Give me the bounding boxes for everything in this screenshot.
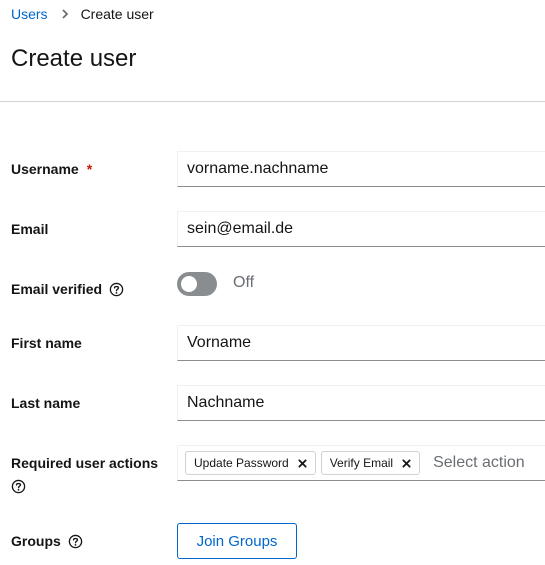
groups-label: Groups xyxy=(11,533,83,549)
chevron-right-icon xyxy=(61,9,69,19)
chip-label: Verify Email xyxy=(329,456,394,470)
first-name-label: First name xyxy=(11,335,82,351)
question-circle-icon[interactable] xyxy=(109,282,124,297)
last-name-label: Last name xyxy=(11,395,80,411)
chip-label: Update Password xyxy=(194,456,289,470)
breadcrumb-users-link[interactable]: Users xyxy=(11,6,48,22)
question-circle-icon[interactable] xyxy=(11,479,26,494)
chip-update-password: Update Password xyxy=(185,451,316,475)
chip-verify-email: Verify Email xyxy=(320,451,421,475)
groups-label-text: Groups xyxy=(11,533,61,549)
email-input[interactable]: sein@email.de xyxy=(177,211,545,247)
last-name-input[interactable]: Nachname xyxy=(177,385,545,421)
times-icon[interactable] xyxy=(298,458,307,468)
required-actions-label-text: Required user actions xyxy=(11,455,159,471)
first-name-label-text: First name xyxy=(11,335,82,351)
required-actions-select[interactable]: Update Password Verify Email Select acti… xyxy=(177,445,545,481)
email-verified-toggle[interactable] xyxy=(177,272,217,296)
breadcrumb: Users Create user xyxy=(11,6,154,22)
username-label: Username * xyxy=(11,161,92,177)
breadcrumb-current: Create user xyxy=(80,6,154,22)
question-circle-icon[interactable] xyxy=(68,534,83,549)
page-title: Create user xyxy=(11,45,137,72)
required-actions-label: Required user actions xyxy=(11,455,158,471)
toggle-knob xyxy=(181,276,197,292)
first-name-input[interactable]: Vorname xyxy=(177,325,545,361)
times-icon[interactable] xyxy=(402,458,411,468)
divider xyxy=(0,101,545,102)
email-verified-state: Off xyxy=(233,274,255,291)
select-action-placeholder[interactable]: Select action xyxy=(433,454,525,472)
email-verified-label: Email verified xyxy=(11,281,124,297)
email-verified-label-text: Email verified xyxy=(11,281,103,297)
username-input[interactable]: vorname.nachname xyxy=(177,151,545,187)
join-groups-button[interactable]: Join Groups xyxy=(177,523,297,559)
last-name-label-text: Last name xyxy=(11,395,81,411)
required-asterisk: * xyxy=(86,161,93,177)
email-label-text: Email xyxy=(11,221,49,237)
username-label-text: Username xyxy=(11,161,79,177)
email-label: Email xyxy=(11,221,48,237)
